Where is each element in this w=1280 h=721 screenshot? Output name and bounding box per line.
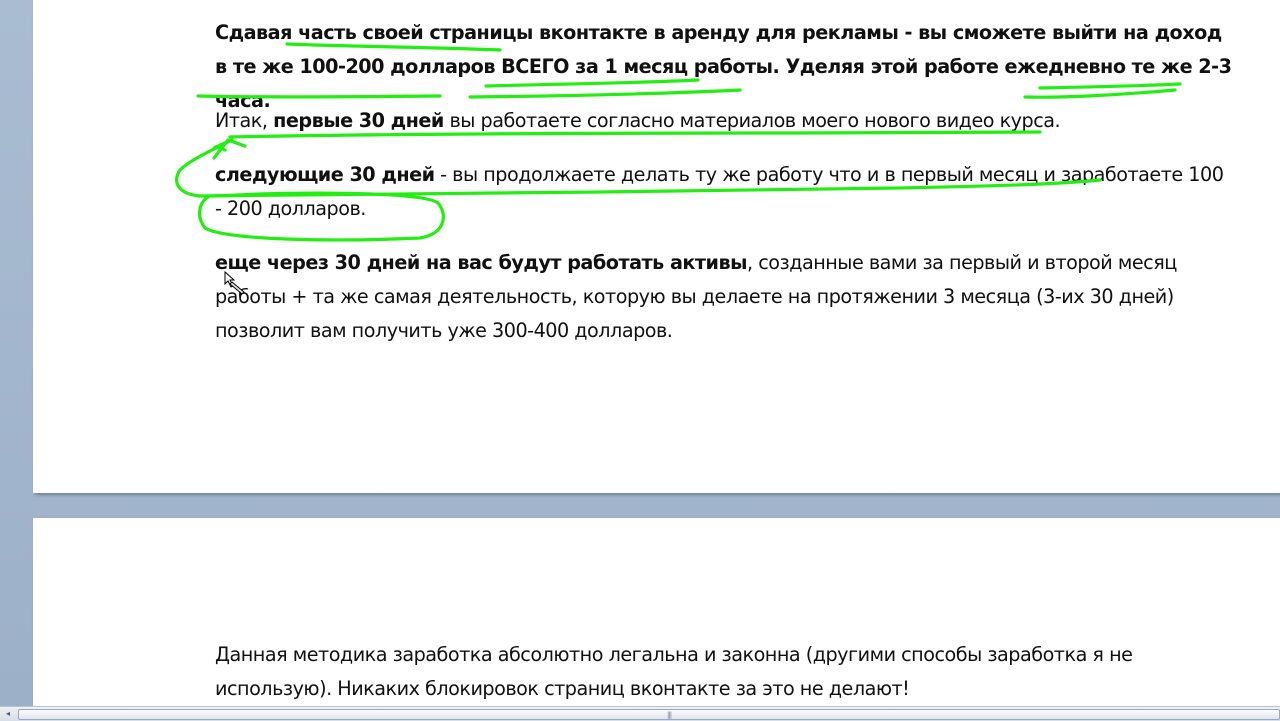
document-page-2[interactable]: Данная методика заработка абсолютно лега… — [33, 518, 1280, 708]
paragraph-4-bold: еще через 30 дней на вас будут работать … — [215, 251, 748, 274]
pen-cursor-icon — [224, 270, 245, 295]
grip-icon: ||| — [667, 711, 672, 719]
paragraph-1[interactable]: Сдавая часть своей страницы вконтакте в … — [215, 16, 1235, 118]
scrollbar-thumb[interactable]: ||| — [18, 709, 1280, 720]
paragraph-2[interactable]: Итак, первые 30 дней вы работаете соглас… — [215, 104, 1235, 138]
paragraph-1-bold-lead: Сдавая часть своей страницы вконтакте — [215, 21, 648, 44]
document-workspace: Сдавая часть своей страницы вконтакте в … — [0, 0, 1280, 708]
paragraph-3[interactable]: следующие 30 дней - вы продолжаете делат… — [215, 158, 1235, 226]
paragraph-2-intro: Итак, — [215, 109, 274, 132]
chevron-left-icon[interactable]: ◂ — [2, 709, 14, 719]
paragraph-3-bold: следующие 30 дней — [215, 163, 435, 186]
paragraph-5[interactable]: Данная методика заработка абсолютно лега… — [215, 638, 1235, 706]
paragraph-2-bold: первые 30 дней — [273, 109, 444, 132]
paragraph-4[interactable]: еще через 30 дней на вас будут работать … — [215, 246, 1235, 348]
document-page-1[interactable]: Сдавая часть своей страницы вконтакте в … — [33, 0, 1280, 493]
paragraph-2-rest: вы работаете согласно материалов моего н… — [443, 109, 1061, 132]
horizontal-scrollbar[interactable]: ◂ ||| — [0, 706, 1280, 721]
